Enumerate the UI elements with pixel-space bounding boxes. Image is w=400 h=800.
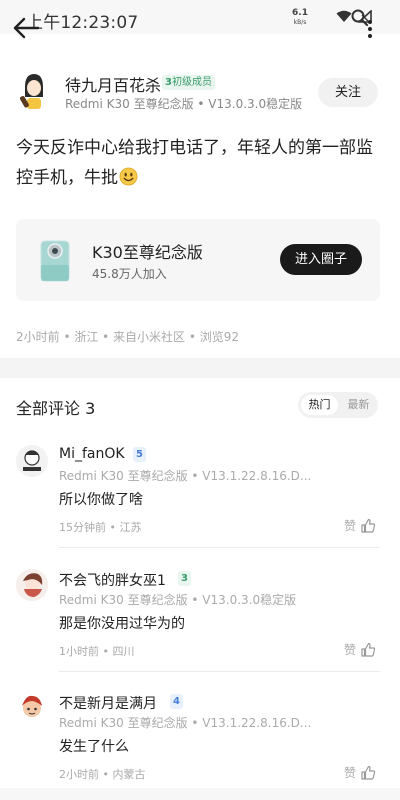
like-label: 赞	[343, 766, 356, 780]
sort-new-tab[interactable]: 最新	[342, 395, 375, 415]
section-divider	[0, 358, 400, 378]
comment-item: Mi_fanOK 5 Redmi K30 至尊纪念版 • V13.1.22.8.…	[0, 445, 400, 571]
bottom-bar	[0, 788, 400, 800]
sort-hot-tab[interactable]: 热门	[301, 395, 338, 415]
like-label: 赞	[343, 643, 356, 657]
commenter-avatar[interactable]	[16, 692, 48, 724]
like-button[interactable]: 赞	[344, 641, 376, 658]
status-bar: 上午12:23:07 6.1 kB/s	[0, 0, 400, 34]
like-label: 赞	[343, 519, 356, 533]
circle-members: 45.8万人加入	[92, 267, 167, 281]
network-speed: 6.1 kB/s	[292, 9, 308, 27]
comment-item: 不会飞的胖女巫1 3 Redmi K30 至尊纪念版 • V13.0.3.0稳定…	[0, 569, 400, 695]
comment-text: 那是你没用过华为的	[59, 616, 185, 632]
post-text: 今天反诈中心给我打电话了，年轻人的第一部监控手机，牛批	[16, 138, 373, 188]
author-level-badge: 3初级成员	[162, 75, 215, 90]
circle-name: K30至尊纪念版	[92, 243, 203, 262]
commenter-device: Redmi K30 至尊纪念版 • V13.0.3.0稳定版	[59, 593, 297, 607]
like-button[interactable]: 赞	[344, 517, 376, 534]
comment-item: 不是新月是满月 4 Redmi K30 至尊纪念版 • V13.1.22.8.1…	[0, 692, 400, 800]
author-level-label: 初级成员	[171, 77, 212, 88]
commenter-device: Redmi K30 至尊纪念版 • V13.1.22.8.16.D...	[59, 469, 312, 483]
comments-title: 全部评论 3	[16, 399, 96, 418]
like-button[interactable]: 赞	[344, 764, 376, 781]
author-device: Redmi K30 至尊纪念版 • V13.0.3.0稳定版	[65, 97, 303, 111]
commenter-avatar[interactable]	[16, 445, 48, 477]
back-arrow-icon[interactable]	[12, 16, 40, 40]
follow-button[interactable]: 关注	[318, 78, 378, 107]
enter-circle-button[interactable]: 进入圈子	[280, 244, 362, 275]
author-level-num: 3	[165, 77, 172, 88]
commenter-level-badge: 3	[178, 571, 191, 586]
comment-divider	[59, 671, 380, 672]
phone-image	[40, 240, 70, 282]
network-speed-unit: kB/s	[293, 19, 307, 26]
status-time: 上午12:23:07	[26, 13, 139, 33]
sort-toggle: 热门 最新	[298, 392, 378, 418]
post-body: 今天反诈中心给我打电话了，年轻人的第一部监控手机，牛批	[16, 133, 384, 193]
circle-card[interactable]: K30至尊纪念版 45.8万人加入 进入圈子	[16, 219, 380, 301]
commenter-name[interactable]: 不会飞的胖女巫1	[59, 570, 166, 590]
more-vertical-icon[interactable]	[366, 18, 374, 40]
author-name[interactable]: 待九月百花杀	[65, 72, 161, 96]
commenter-name[interactable]: Mi_fanOK	[59, 446, 125, 462]
network-speed-value: 6.1	[292, 8, 308, 18]
author-avatar[interactable]	[16, 71, 52, 111]
comment-divider	[59, 547, 380, 548]
commenter-device: Redmi K30 至尊纪念版 • V13.1.22.8.16.D...	[59, 716, 312, 730]
thumbs-up-icon	[361, 765, 376, 780]
commenter-level-badge: 4	[170, 694, 183, 709]
thumbs-up-icon	[361, 642, 376, 657]
comment-meta: 2小时前 • 内蒙古	[59, 768, 146, 781]
commenter-name[interactable]: 不是新月是满月	[59, 693, 157, 713]
comment-text: 所以你做了啥	[59, 492, 143, 508]
comment-meta: 15分钟前 • 江苏	[59, 521, 142, 534]
post-meta: 2小时前 • 浙江 • 来自小米社区 • 浏览92	[16, 330, 240, 344]
comment-meta: 1小时前 • 四川	[59, 645, 135, 658]
commenter-avatar[interactable]	[16, 569, 48, 601]
thumbs-up-icon	[361, 518, 376, 533]
smile-emoji-icon	[119, 167, 138, 186]
comment-text: 发生了什么	[59, 739, 129, 755]
commenter-level-badge: 5	[133, 447, 146, 462]
